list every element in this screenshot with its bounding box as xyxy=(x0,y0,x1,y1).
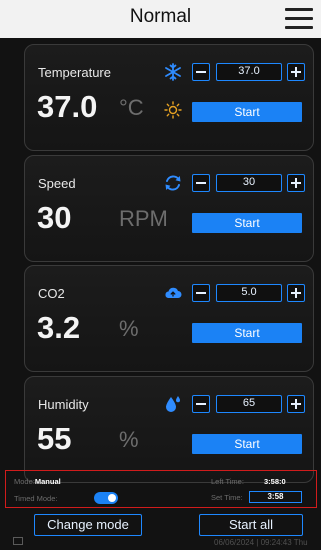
timed-mode-toggle[interactable] xyxy=(94,492,118,504)
mode-label: Mode:Manual xyxy=(14,477,61,486)
set-time-label: Set Time: xyxy=(211,493,243,502)
status-panel: Mode:Manual Timed Mode: Left Time: 3:58:… xyxy=(5,470,317,508)
speed-decrease-button[interactable] xyxy=(192,174,210,192)
speed-label: Speed xyxy=(38,176,76,191)
snowflake-icon xyxy=(165,63,181,81)
timed-mode-label: Timed Mode: xyxy=(14,494,58,503)
temperature-increase-button[interactable] xyxy=(287,63,305,81)
footer-datetime: 06/06/2024 | 09:24:43 Thu xyxy=(214,538,308,547)
temperature-value: 37.0 xyxy=(37,89,98,124)
co2-setpoint-input[interactable]: 5.0 xyxy=(216,284,282,302)
menu-line xyxy=(285,26,313,29)
mode-label-text: Mode: xyxy=(14,477,35,486)
co2-increase-button[interactable] xyxy=(287,284,305,302)
mode-value: Manual xyxy=(34,477,61,486)
humidity-unit: % xyxy=(119,427,139,452)
humidity-increase-button[interactable] xyxy=(287,395,305,413)
menu-line xyxy=(285,8,313,11)
humidity-card: Humidity 55 % 65 Start xyxy=(24,376,314,483)
speed-card: Speed 30 RPM 30 Start xyxy=(24,155,314,262)
start-all-button[interactable]: Start all xyxy=(199,514,303,536)
co2-card: CO2 3.2 % 5.0 Start xyxy=(24,265,314,372)
humidity-setpoint-input[interactable]: 65 xyxy=(216,395,282,413)
rotate-icon xyxy=(165,175,181,191)
humidity-label: Humidity xyxy=(38,397,89,412)
menu-line xyxy=(285,17,313,20)
set-time-input[interactable]: 3:58 xyxy=(249,491,302,503)
change-mode-button[interactable]: Change mode xyxy=(34,514,142,536)
speed-increase-button[interactable] xyxy=(287,174,305,192)
temperature-setpoint-input[interactable]: 37.0 xyxy=(216,63,282,81)
speed-unit: RPM xyxy=(119,206,168,231)
app-header: Normal xyxy=(0,0,321,38)
co2-label: CO2 xyxy=(38,286,65,301)
humidity-decrease-button[interactable] xyxy=(192,395,210,413)
left-time-label: Left Time: xyxy=(211,477,244,486)
left-time-value: 3:58:0 xyxy=(264,477,286,486)
water-drops-icon xyxy=(166,396,180,412)
sun-icon xyxy=(164,101,182,119)
speed-setpoint-input[interactable]: 30 xyxy=(216,174,282,192)
hamburger-menu-icon[interactable] xyxy=(285,6,313,32)
humidity-value: 55 xyxy=(37,421,72,456)
speed-start-button[interactable]: Start xyxy=(192,213,302,233)
co2-start-button[interactable]: Start xyxy=(192,323,302,343)
co2-unit: % xyxy=(119,316,139,341)
speed-value: 30 xyxy=(37,200,72,235)
temperature-start-button[interactable]: Start xyxy=(192,102,302,122)
temperature-label: Temperature xyxy=(38,65,111,80)
screen-icon xyxy=(13,537,23,545)
temperature-decrease-button[interactable] xyxy=(192,63,210,81)
temperature-card: Temperature 37.0 °C 37.0 Start xyxy=(24,44,314,151)
temperature-unit: °C xyxy=(119,95,144,120)
co2-decrease-button[interactable] xyxy=(192,284,210,302)
cloud-upload-icon xyxy=(165,287,182,298)
page-title: Normal xyxy=(129,6,192,27)
co2-value: 3.2 xyxy=(37,310,81,345)
humidity-start-button[interactable]: Start xyxy=(192,434,302,454)
